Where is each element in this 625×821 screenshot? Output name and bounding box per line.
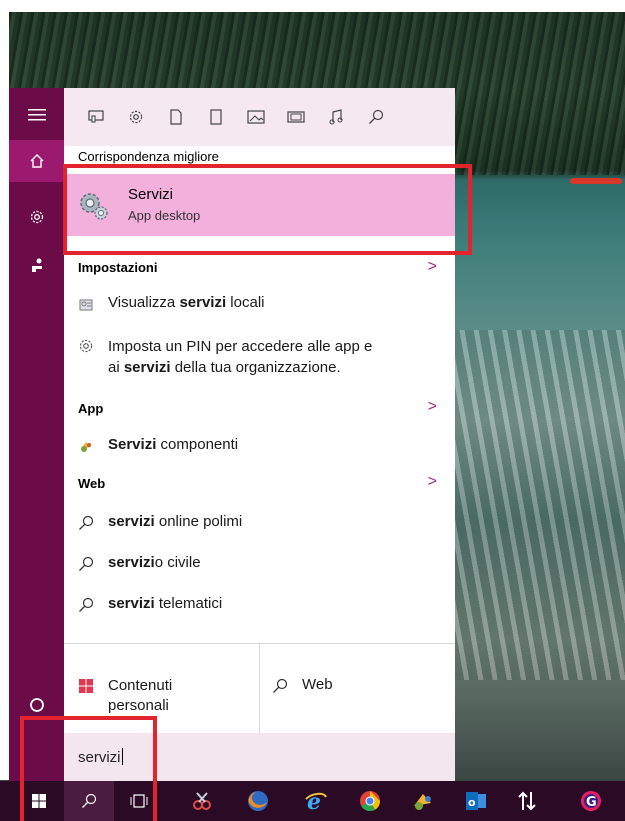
divider (259, 643, 260, 733)
internet-explorer-icon[interactable]: e (291, 781, 341, 821)
control-panel-icon (78, 294, 108, 312)
result-text: Visualizza (108, 294, 180, 311)
settings-gear-icon[interactable] (9, 196, 64, 238)
result-text: Imposta un PIN per accedere alle app e (108, 338, 373, 355)
gear-icon (78, 336, 108, 354)
my-stuff-label: personali (108, 697, 169, 714)
search-icon (78, 513, 108, 531)
my-stuff-label: Contenuti (108, 677, 173, 694)
documents-filter-icon[interactable] (156, 97, 196, 137)
feedback-icon[interactable] (9, 244, 64, 286)
section-web-heading[interactable]: Web (78, 476, 105, 491)
chrome-icon[interactable] (345, 781, 395, 821)
web-result-telematici[interactable]: servizi telematici (78, 595, 222, 613)
section-settings-heading[interactable]: Impostazioni (78, 260, 157, 275)
window-edge-top (0, 0, 625, 12)
section-web-chevron[interactable]: > (428, 473, 437, 491)
photos-filter-icon[interactable] (236, 97, 276, 137)
section-app-heading[interactable]: App (78, 401, 103, 416)
search-filter-icon[interactable] (356, 97, 396, 137)
result-match: servizi (108, 513, 155, 530)
result-match: servizi (108, 554, 155, 571)
music-filter-icon[interactable] (316, 97, 356, 137)
result-match: servizi (179, 294, 227, 311)
network-transfer-icon[interactable] (502, 781, 552, 821)
component-services-icon (78, 436, 108, 454)
result-match: Servizi (108, 436, 157, 453)
filter-icon-row (64, 88, 455, 146)
component-services-app-icon[interactable] (398, 781, 448, 821)
web-search-button[interactable]: Web (272, 676, 333, 694)
home-icon[interactable] (9, 140, 64, 182)
folders-filter-icon[interactable] (196, 97, 236, 137)
videos-filter-icon[interactable] (276, 97, 316, 137)
hamburger-menu-icon[interactable] (9, 94, 64, 136)
highlight-search-box (20, 716, 157, 821)
start-rail (9, 88, 64, 781)
highlight-best-match (63, 164, 472, 255)
result-text: telematici (154, 595, 223, 612)
result-text: ai (108, 359, 124, 376)
result-match: servizi (108, 595, 155, 612)
best-match-heading: Corrispondenza migliore (78, 149, 219, 164)
search-icon (78, 554, 108, 572)
result-text: della tua organizzazione. (170, 359, 341, 376)
canoe (570, 178, 622, 184)
web-result-servizio-civile[interactable]: servizio civile (78, 554, 201, 572)
result-text: componenti (156, 436, 239, 453)
result-visualizza-servizi[interactable]: Visualizza servizi locali (78, 294, 265, 312)
svg-text:e: e (307, 789, 321, 813)
result-match: servizi (123, 359, 171, 376)
firefox-icon[interactable] (233, 781, 283, 821)
search-icon (272, 676, 302, 694)
outlook-icon[interactable]: o (451, 781, 501, 821)
settings-filter-icon[interactable] (116, 97, 156, 137)
section-app-chevron[interactable]: > (428, 398, 437, 416)
result-text: locali (226, 294, 265, 311)
apps-filter-icon[interactable] (76, 97, 116, 137)
snipping-tool-icon[interactable] (177, 781, 227, 821)
app-g-icon[interactable]: G (566, 781, 616, 821)
result-imposta-pin[interactable]: Imposta un PIN per accedere alle app e a… (78, 336, 372, 378)
svg-text:o: o (468, 796, 476, 809)
search-icon (78, 595, 108, 613)
svg-text:G: G (586, 795, 597, 810)
web-search-label: Web (302, 676, 333, 693)
section-settings-chevron[interactable]: > (428, 258, 437, 276)
result-text: online polimi (154, 513, 243, 530)
my-stuff-button[interactable]: Contenuti personali (78, 676, 172, 716)
windows-logo-icon (78, 676, 108, 694)
result-servizi-componenti[interactable]: Servizi componenti (78, 436, 238, 454)
window-edge-left (0, 0, 9, 780)
web-result-online-polimi[interactable]: servizi online polimi (78, 513, 242, 531)
result-text: o civile (154, 554, 201, 571)
